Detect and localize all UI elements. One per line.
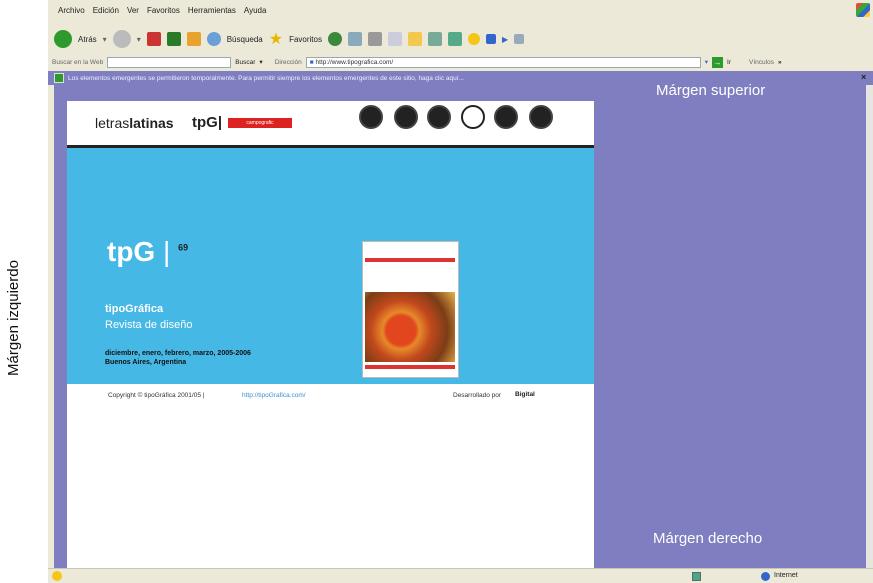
section-icon-5[interactable]	[494, 105, 518, 129]
cover-thumbnail[interactable]	[362, 241, 459, 378]
search-icon[interactable]	[206, 32, 221, 46]
home-icon[interactable]	[186, 32, 201, 46]
menu-archivo[interactable]: Archivo	[58, 6, 85, 15]
cover-top-band	[365, 258, 455, 262]
right-margin-overlay	[594, 85, 866, 568]
menu-bar: Archivo Edición Ver Favoritos Herramient…	[48, 0, 873, 21]
favorites-star-icon[interactable]: ★	[269, 29, 283, 49]
menu-favoritos[interactable]: Favoritos	[147, 6, 180, 15]
browser-window: Archivo Edición Ver Favoritos Herramient…	[48, 0, 873, 583]
window-icon[interactable]	[514, 34, 525, 44]
developed-by-text: Desarrollado por	[453, 392, 502, 399]
menu-herramientas[interactable]: Herramientas	[188, 6, 236, 15]
developer-logo[interactable]: Bigital	[515, 391, 535, 398]
messenger-icon[interactable]	[447, 32, 462, 46]
info-shield-icon	[54, 73, 64, 83]
forward-icon[interactable]	[112, 30, 131, 48]
research-icon[interactable]	[427, 32, 442, 46]
logo-latinas: latinas	[129, 115, 174, 131]
web-search-input[interactable]	[107, 56, 232, 68]
search-button[interactable]: Búsqueda	[227, 35, 263, 44]
chevron-right-icon[interactable]: »	[778, 59, 782, 66]
status-page-icon	[692, 572, 701, 581]
big-title-text: tpG	[107, 236, 156, 267]
history-icon[interactable]	[327, 32, 342, 46]
site-footer: Copyright © tipoGráfica 2001/05 | http:/…	[61, 384, 594, 408]
vertical-scrollbar[interactable]	[866, 85, 873, 568]
address-bar: Buscar en la Web Buscar ▾ Dirección ■ ht…	[52, 56, 782, 68]
web-search-label: Buscar en la Web	[52, 58, 104, 66]
links-label[interactable]: Vínculos	[749, 59, 774, 66]
section-icon-3[interactable]	[427, 105, 451, 129]
letras-latinas-logo[interactable]: letraslatinas	[95, 115, 174, 131]
go-button[interactable]: Ir	[727, 59, 731, 66]
sun-icon[interactable]	[467, 33, 480, 45]
go-arrow-icon[interactable]: →	[712, 56, 724, 68]
folder-icon[interactable]	[407, 32, 422, 46]
buscar-button[interactable]: Buscar	[235, 59, 255, 66]
print-icon[interactable]	[367, 32, 382, 46]
copyright-link[interactable]: http://tipoGrafica.com/	[242, 392, 306, 399]
section-icon-2[interactable]	[394, 105, 418, 129]
info-bar-text[interactable]: Los elementos emergentes se permitieron …	[68, 75, 464, 82]
menu-edicion[interactable]: Edición	[93, 6, 119, 15]
section-icon-6[interactable]	[529, 105, 553, 129]
tpg-logo[interactable]: tpG|	[192, 114, 222, 131]
address-url: http://www.tipografica.com/	[315, 58, 394, 66]
status-globe-icon	[52, 571, 62, 581]
toolbar: Atrás ▾ ▾ Búsqueda ★ Favoritos ▶	[48, 24, 873, 54]
address-label: Dirección	[274, 58, 302, 66]
section-icon-1[interactable]	[359, 105, 383, 129]
hero-panel: tpG | 69 tipoGráfica Revista de diseño d…	[61, 148, 594, 384]
badge-text: campografic	[246, 120, 274, 126]
media-icon[interactable]	[485, 34, 496, 44]
right-margin-label: Márgen derecho	[653, 530, 763, 547]
back-icon[interactable]	[54, 30, 72, 48]
internet-zone-icon	[761, 572, 770, 581]
top-margin-label: Márgen superior	[656, 82, 766, 99]
page-icon: ■	[309, 58, 314, 66]
status-bar: Internet	[48, 568, 873, 583]
issue-number: 69	[178, 242, 189, 253]
issue-location: Buenos Aires, Argentina	[105, 359, 187, 366]
back-button[interactable]: Atrás	[78, 35, 97, 44]
big-tpg-title: tpG | 69	[107, 236, 189, 267]
menu-ver[interactable]: Ver	[127, 6, 139, 15]
address-input[interactable]: ■ http://www.tipografica.com/	[305, 56, 701, 68]
windows-logo-icon	[856, 3, 870, 17]
left-margin-overlay	[54, 85, 67, 568]
section-icon-4[interactable]	[461, 105, 485, 129]
play-icon[interactable]: ▶	[502, 35, 508, 44]
copyright-text: Copyright © tipoGráfica 2001/05 |	[108, 392, 205, 399]
cover-footer-band	[365, 365, 455, 369]
refresh-icon[interactable]	[166, 32, 181, 46]
campografic-badge[interactable]: campografic	[228, 118, 292, 128]
issue-dates: diciembre, enero, febrero, marzo, 2005-2…	[105, 350, 251, 357]
stop-icon[interactable]	[146, 32, 161, 46]
left-margin-label: Márgen izquierdo	[5, 260, 22, 376]
close-icon[interactable]: ×	[861, 72, 866, 82]
internet-zone-label: Internet	[774, 572, 798, 579]
magazine-name: tipoGráfica	[105, 303, 164, 315]
edit-icon[interactable]	[387, 32, 402, 46]
favorites-button[interactable]: Favoritos	[289, 35, 322, 44]
cover-photo	[365, 292, 455, 362]
address-dropdown-icon[interactable]: ▾	[705, 58, 708, 66]
logo-letras: letras	[95, 115, 130, 131]
menu-ayuda[interactable]: Ayuda	[244, 6, 267, 15]
mail-icon[interactable]	[347, 32, 362, 46]
magazine-subtitle: Revista de diseño	[105, 319, 193, 331]
